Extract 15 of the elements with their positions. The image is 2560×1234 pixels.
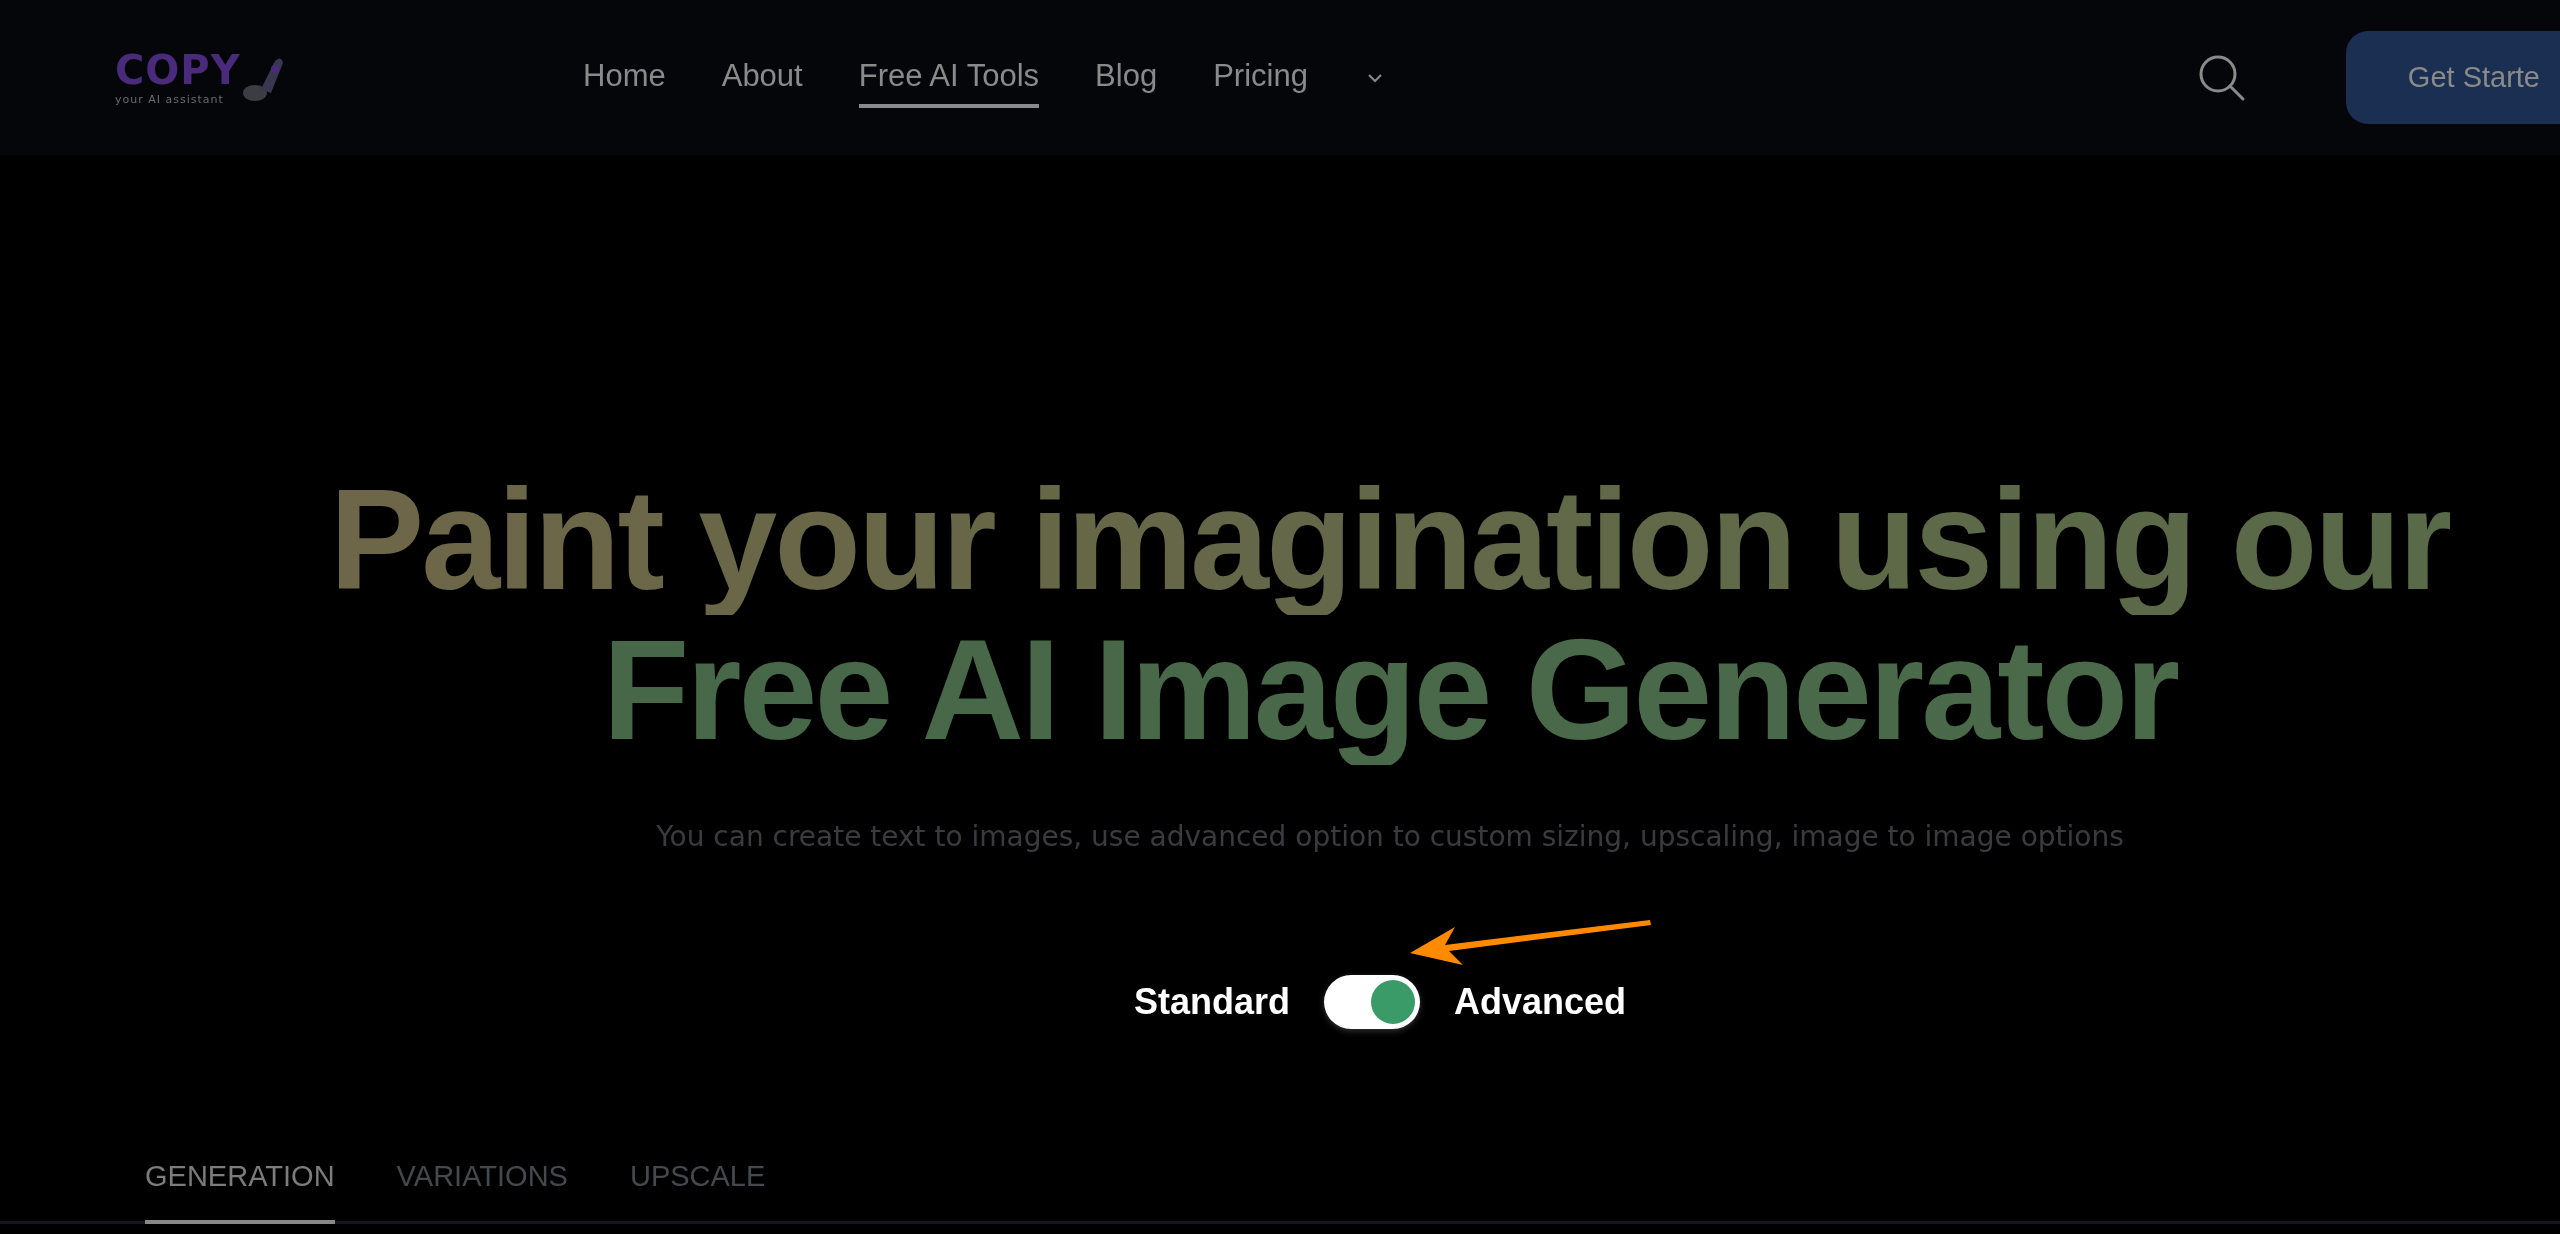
get-started-button[interactable]: Get Starte — [2345, 31, 2560, 124]
mode-toggle[interactable] — [1324, 975, 1420, 1029]
nav-link[interactable]: Blog — [1095, 47, 1158, 108]
toggle-label: Standard — [1133, 981, 1290, 1023]
toggle-label: Advanced — [1454, 981, 1627, 1023]
nav-link[interactable]: About — [721, 47, 803, 108]
logo-text: COPY — [115, 49, 241, 90]
search-icon[interactable] — [2197, 53, 2246, 102]
tab[interactable]: GENERATION — [145, 1160, 335, 1224]
hero-subtitle: You can create text to images, use advanced option to custom sizing, upscaling, image to image options — [656, 820, 2124, 853]
logo-tagline: your AI assistant — [115, 92, 225, 106]
nav-link[interactable]: Pricing — [1213, 47, 1308, 108]
nav-link[interactable]: Free AI Tools — [858, 47, 1040, 108]
nav-link[interactable]: Home — [583, 47, 666, 108]
logo[interactable]: COPY your AI assistant — [115, 49, 290, 106]
